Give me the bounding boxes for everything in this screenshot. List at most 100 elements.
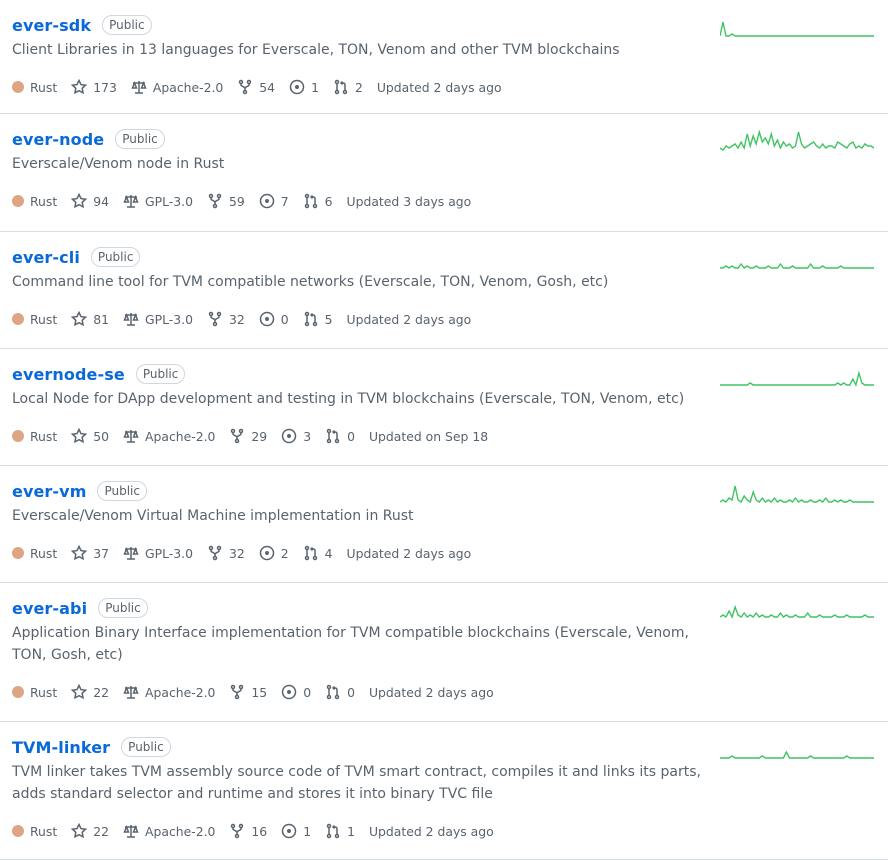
language-label: Rust [30, 428, 58, 444]
issues-link[interactable]: 0 [281, 684, 311, 700]
language: Rust [12, 824, 57, 839]
star-icon [71, 684, 88, 700]
forks-link[interactable]: 16 [229, 823, 267, 839]
issues-link[interactable]: 1 [289, 79, 319, 95]
fork-icon [239, 79, 252, 95]
repo-name-link[interactable]: evernode-se [12, 365, 125, 384]
language-label: Rust [30, 79, 58, 95]
visibility-badge: Public [90, 247, 141, 267]
pull-request-icon [326, 823, 340, 839]
language-color-dot [12, 547, 24, 559]
scale-icon [131, 80, 147, 94]
activity-sparkline [720, 604, 874, 619]
issue-icon [259, 545, 274, 561]
repo-item: ever-abi Public Application Binary Inter… [0, 583, 888, 722]
visibility-badge: Public [98, 598, 148, 618]
stars-link[interactable]: 22 [71, 684, 109, 700]
updated-time: Updated 2 days ago [376, 79, 502, 95]
issues-count: 2 [280, 545, 289, 561]
stars-link[interactable]: 94 [71, 193, 109, 209]
issue-icon [281, 823, 297, 839]
pulls-link[interactable]: 6 [303, 193, 333, 209]
pulls-count: 1 [347, 823, 355, 839]
pulls-link[interactable]: 2 [333, 79, 363, 95]
language-color-dot [12, 430, 24, 442]
repo-item: ever-vm Public Everscale/Venom Virtual M… [0, 466, 888, 583]
stars-link[interactable]: 22 [71, 823, 109, 839]
updated-time: Updated 3 days ago [346, 193, 472, 209]
language-color-dot [12, 825, 24, 837]
issue-icon [259, 311, 274, 327]
repo-name-link[interactable]: ever-sdk [12, 16, 91, 35]
activity-sparkline [720, 750, 874, 759]
activity-sparkline [720, 262, 874, 269]
repo-name-link[interactable]: ever-vm [12, 482, 86, 501]
forks-link[interactable]: 29 [229, 428, 267, 444]
forks-count: 32 [228, 545, 245, 561]
pull-request-icon [326, 428, 340, 444]
pulls-link[interactable]: 4 [303, 545, 333, 561]
repo-meta: Rust 50 Apache-2.0 29 3 0 Updated on Sep… [12, 426, 888, 446]
forks-link[interactable]: 32 [207, 311, 245, 327]
sparkline-line [720, 604, 874, 619]
pulls-link[interactable]: 5 [303, 311, 333, 327]
repo-name-link[interactable]: ever-abi [12, 599, 87, 618]
forks-link[interactable]: 15 [229, 684, 267, 700]
pull-request-icon [304, 193, 317, 209]
issues-link[interactable]: 3 [281, 428, 311, 444]
repo-description: TVM linker takes TVM assembly source cod… [12, 764, 701, 802]
pulls-link[interactable]: 1 [325, 823, 355, 839]
language: Rust [12, 80, 57, 95]
issues-link[interactable]: 1 [281, 823, 311, 839]
issues-link[interactable]: 0 [259, 311, 289, 327]
star-icon [71, 193, 88, 209]
license: Apache-2.0 [131, 79, 223, 95]
issues-count: 1 [311, 79, 319, 95]
activity-sparkline [720, 485, 874, 504]
repo-item: ever-cli Public Command line tool for TV… [0, 232, 888, 349]
scale-icon [123, 312, 139, 326]
language-label: Rust [30, 684, 58, 700]
star-icon [71, 311, 88, 327]
pulls-count: 5 [324, 311, 333, 327]
pulls-link[interactable]: 0 [325, 684, 355, 700]
stars-count: 50 [93, 428, 110, 444]
stars-link[interactable]: 81 [71, 311, 109, 327]
repo-name-link[interactable]: ever-cli [12, 248, 80, 267]
repo-description: Application Binary Interface implementat… [12, 625, 689, 663]
repo-meta: Rust 173 Apache-2.0 54 1 2 Updated 2 day… [12, 77, 888, 97]
activity-sparkline [720, 370, 874, 388]
language: Rust [12, 546, 57, 561]
language-label: Rust [30, 193, 58, 209]
updated-time: Updated 2 days ago [368, 823, 494, 839]
issues-link[interactable]: 7 [259, 193, 289, 209]
issues-link[interactable]: 2 [259, 545, 289, 561]
visibility-badge: Public [121, 737, 171, 757]
stars-link[interactable]: 37 [71, 545, 109, 561]
language: Rust [12, 312, 57, 327]
repo-item: TVM-linker Public TVM linker takes TVM a… [0, 722, 888, 860]
language: Rust [12, 685, 57, 700]
issues-count: 0 [303, 684, 312, 700]
updated-time: Updated 2 days ago [346, 545, 472, 561]
forks-link[interactable]: 32 [207, 545, 245, 561]
repo-name-link[interactable]: ever-node [12, 130, 104, 149]
forks-link[interactable]: 59 [207, 193, 245, 209]
stars-link[interactable]: 173 [71, 79, 117, 95]
star-icon [71, 428, 88, 444]
pulls-link[interactable]: 0 [325, 428, 355, 444]
repo-meta: Rust 81 GPL-3.0 32 0 5 Updated 2 days ag… [12, 309, 888, 329]
repo-name-link[interactable]: TVM-linker [12, 738, 110, 757]
pull-request-icon [334, 79, 348, 95]
repo-item: evernode-se Public Local Node for DApp d… [0, 349, 888, 466]
scale-icon [123, 194, 139, 208]
repo-description: Everscale/Venom Virtual Machine implemen… [12, 508, 414, 524]
license: GPL-3.0 [123, 193, 193, 209]
stars-link[interactable]: 50 [71, 428, 109, 444]
forks-link[interactable]: 54 [237, 79, 275, 95]
license: GPL-3.0 [123, 545, 193, 561]
language-color-dot [12, 81, 24, 93]
stars-count: 173 [93, 79, 117, 95]
language-label: Rust [30, 311, 58, 327]
language: Rust [12, 429, 57, 444]
